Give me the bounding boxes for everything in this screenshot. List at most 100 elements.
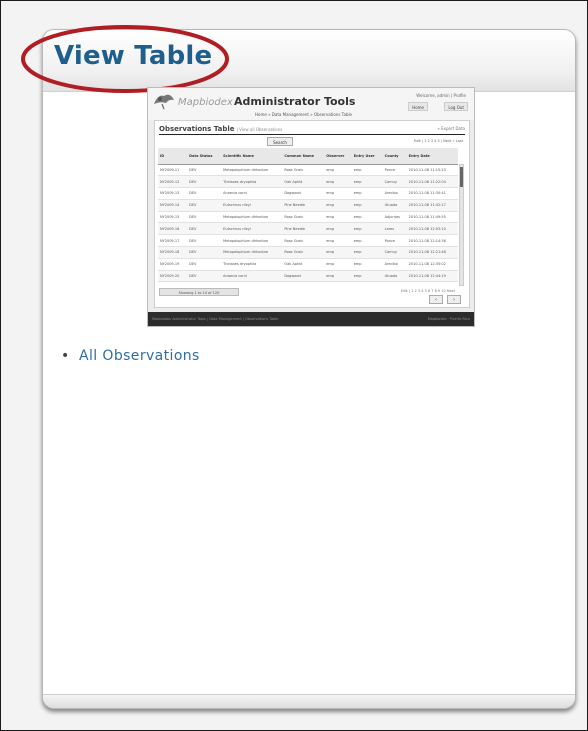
table-cell: 2010-11-08 12:35:02: [406, 258, 458, 271]
table-cell: Metopolophium dirhodum: [221, 164, 283, 177]
table-cell: Utuado: [382, 270, 407, 283]
table-cell: 2010-11-08 12:03:10: [406, 222, 458, 236]
table-cell: emp: [324, 246, 352, 259]
table-cell: Rose Grain: [282, 211, 325, 224]
table-cell: Rose Grain: [282, 246, 325, 259]
table-row: NY2009-20 DEV Anoecia corni Dogwood emp emp Ut…: [158, 270, 458, 283]
table-cell: Camuy: [382, 175, 407, 189]
preview-prev-button: ‹: [429, 295, 443, 304]
table-cell: NY2009-16: [158, 222, 188, 236]
table-cell: Thelaxes dryophila: [221, 175, 283, 189]
preview-scrollbar-thumb: [460, 167, 463, 187]
table-preview-image[interactable]: Mapbiodex Administrator Tools Home » Dat…: [147, 87, 475, 327]
table-cell: Metopolophium dirhodum: [221, 211, 283, 224]
preview-user-info: Welcome, admin | Profile: [416, 93, 466, 98]
window-frame: View Table Mapbiodex Administrator Tools…: [0, 0, 588, 731]
table-cell: Rose Grain: [282, 234, 325, 248]
table-cell: emp: [351, 258, 383, 271]
table-row: NY2009-16 DEV Eulachnus rileyi Pine Needle e…: [158, 222, 458, 236]
preview-next-button: ›: [447, 295, 461, 304]
table-cell: Arecibo: [382, 258, 407, 271]
table-cell: emp: [351, 234, 383, 248]
preview-scrollbar: [459, 164, 464, 286]
logo-icon: [154, 94, 174, 110]
link-list: • All Observations: [61, 346, 200, 366]
table-cell: NY2009-12: [158, 175, 188, 189]
table-cell: DEV: [187, 187, 222, 200]
table-row: NY2009-12 DEV Thelaxes dryophila Oak Aphid e…: [158, 175, 458, 189]
list-item: • All Observations: [61, 346, 200, 366]
preview-search-button: Search: [267, 137, 293, 146]
preview-breadcrumb: Home » Data Management » Observations Ta…: [255, 112, 353, 117]
table-cell: DEV: [187, 211, 222, 224]
table-cell: NY2009-17: [158, 234, 188, 248]
preview-paging: Edit | 1 2 3 4 5 | Next » Last: [414, 139, 463, 143]
table-cell: Dogwood: [282, 187, 325, 200]
table-cell: NY2009-11: [158, 164, 188, 177]
panel-footer-shade: [43, 694, 575, 708]
table-cell: Metopolophium dirhodum: [221, 234, 283, 248]
table-cell: NY2009-18: [158, 246, 188, 259]
table-row: NY2009-14 DEV Eulachnus rileyi Pine Needle e…: [158, 199, 458, 212]
table-cell: emp: [324, 211, 352, 224]
table-cell: emp: [351, 211, 383, 224]
preview-heading-text: Observations Table: [159, 125, 235, 133]
preview-export-link: » Export Data: [437, 126, 465, 131]
table-cell: emp: [351, 270, 383, 283]
table-cell: emp: [324, 187, 352, 200]
table-cell: Pine Needle: [282, 199, 325, 212]
preview-table-body: NY2009-11 DEV Metopolophium dirhodum Rose G…: [158, 164, 458, 283]
preview-logout-button: Log Out: [444, 102, 468, 111]
table-cell: emp: [351, 246, 383, 259]
table-cell: emp: [324, 234, 352, 248]
preview-column-header: Observer: [324, 148, 352, 165]
table-cell: DEV: [187, 246, 222, 259]
table-cell: emp: [351, 175, 383, 189]
table-row: NY2009-13 DEV Anoecia corni Dogwood emp emp Ar…: [158, 187, 458, 200]
table-cell: Oak Aphid: [282, 258, 325, 271]
table-row: NY2009-15 DEV Metopolophium dirhodum Rose G…: [158, 211, 458, 224]
preview-footer-right: Mapbiodex · Puerto Rico: [427, 317, 470, 321]
table-cell: Rose Grain: [282, 164, 325, 177]
table-cell: emp: [324, 164, 352, 177]
table-cell: Anoecia corni: [221, 270, 283, 283]
preview-heading: Observations Table | View all Observation…: [159, 125, 282, 133]
preview-footer: Mapbiodex Administrator Tools | Data Man…: [148, 312, 474, 326]
table-cell: Ponce: [382, 234, 407, 248]
preview-divider: [159, 134, 465, 135]
table-cell: emp: [324, 258, 352, 271]
preview-observations-table: ID Data Status Scientific Name Common Name O…: [158, 148, 458, 283]
table-cell: DEV: [187, 258, 222, 271]
table-cell: emp: [351, 222, 383, 236]
table-cell: Metopolophium dirhodum: [221, 246, 283, 259]
preview-results-tab: Showing 1 to 10 of 120: [159, 288, 239, 296]
preview-app-title: Administrator Tools: [234, 95, 356, 108]
preview-heading-sub: | View all Observations: [236, 127, 283, 132]
preview-column-header: Common Name: [282, 148, 325, 165]
table-row: NY2009-11 DEV Metopolophium dirhodum Rose G…: [158, 164, 458, 177]
preview-column-header: Data Status: [187, 148, 222, 165]
table-cell: NY2009-15: [158, 211, 188, 224]
table-cell: Eulachnus rileyi: [221, 199, 283, 212]
table-cell: emp: [324, 175, 352, 189]
table-cell: emp: [324, 270, 352, 283]
bullet-icon: •: [61, 348, 70, 364]
preview-content: Observations Table | View all Observation…: [154, 120, 470, 308]
table-cell: 2010-11-08 12:14:36: [406, 234, 458, 248]
table-row: NY2009-18 DEV Metopolophium dirhodum Rose G…: [158, 246, 458, 259]
preview-table-header: ID Data Status Scientific Name Common Name O…: [158, 148, 458, 165]
table-cell: emp: [351, 187, 383, 200]
table-cell: DEV: [187, 175, 222, 189]
all-observations-link[interactable]: All Observations: [79, 348, 200, 364]
table-cell: NY2009-19: [158, 258, 188, 271]
table-cell: DEV: [187, 234, 222, 248]
preview-home-button: Home: [408, 102, 428, 111]
preview-pagination-text: Edit | 1 2 3 4 5 6 7 8 9 10 Next: [401, 289, 455, 293]
table-row: NY2009-19 DEV Thelaxes dryophila Oak Aphid e…: [158, 258, 458, 271]
table-cell: 2010-11-08 11:42:17: [406, 199, 458, 212]
page-title: View Table: [54, 41, 213, 71]
table-cell: emp: [324, 199, 352, 212]
table-cell: DEV: [187, 270, 222, 283]
preview-column-header: ID: [158, 148, 188, 165]
table-cell: NY2009-14: [158, 199, 188, 212]
